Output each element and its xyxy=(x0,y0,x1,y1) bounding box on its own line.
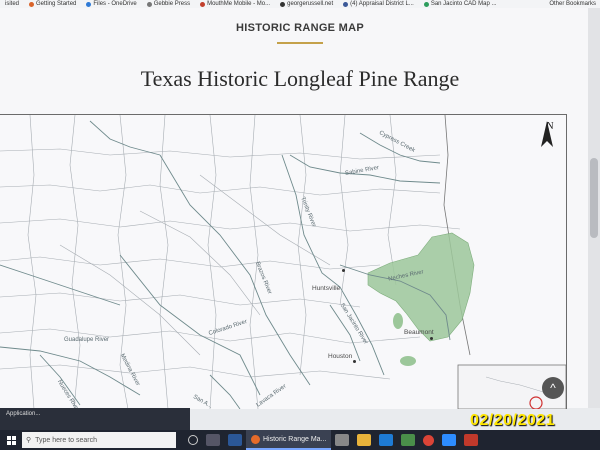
north-arrow: N xyxy=(540,121,560,161)
bookmark-item[interactable]: MouthMe Mobile - Mo... xyxy=(195,1,275,7)
city-marker-huntsville xyxy=(342,269,345,272)
taskbar: ⚲ Type here to search Historic Range Ma.… xyxy=(0,430,600,450)
chevron-up-icon: ^ xyxy=(550,381,556,395)
chrome-icon[interactable] xyxy=(423,434,435,446)
page-icon xyxy=(280,1,286,7)
bookmark-item[interactable]: Gebbie Press xyxy=(142,1,195,7)
page-content: HISTORIC RANGE MAP Texas Historic Longle… xyxy=(0,8,600,409)
onedrive-icon xyxy=(86,1,92,7)
firefox-icon xyxy=(29,1,35,7)
page-icon xyxy=(146,1,152,7)
bookmark-item[interactable]: (4) Appraisal District L... xyxy=(338,1,419,7)
facebook-icon xyxy=(343,1,349,7)
city-marker-houston xyxy=(353,360,356,363)
search-icon: ⚲ xyxy=(26,437,32,444)
north-arrow-icon xyxy=(541,121,553,147)
longleaf-range-patch xyxy=(393,313,403,329)
map-graphic xyxy=(0,115,566,409)
bookmark-item[interactable]: Getting Started xyxy=(24,1,81,7)
app-icon[interactable] xyxy=(464,434,479,446)
windows-icon xyxy=(6,435,16,445)
word-icon[interactable] xyxy=(228,434,242,446)
section-heading: HISTORIC RANGE MAP xyxy=(235,22,365,34)
city-label-houston: Houston xyxy=(328,353,353,360)
taskbar-search[interactable]: ⚲ Type here to search xyxy=(22,432,176,448)
search-placeholder: Type here to search xyxy=(35,436,98,444)
zoom-icon[interactable] xyxy=(442,434,457,446)
edge-icon[interactable] xyxy=(379,434,394,446)
map-title: Texas Historic Longleaf Pine Range xyxy=(140,66,460,91)
longleaf-range-area xyxy=(367,232,475,342)
scroll-to-top-button[interactable]: ^ xyxy=(542,377,564,399)
page-scrollbar[interactable] xyxy=(588,8,600,408)
taskbar-preview[interactable]: Application... xyxy=(0,408,190,430)
bookmark-item[interactable]: Files - OneDrive xyxy=(81,1,141,7)
bookmark-item[interactable]: georgerussell.net xyxy=(275,1,338,7)
page-icon xyxy=(200,1,206,7)
heading-underline xyxy=(277,42,323,44)
other-bookmarks[interactable]: Other Bookmarks xyxy=(549,0,596,8)
bookmark-item[interactable]: isited xyxy=(0,1,24,7)
taskbar-app-firefox[interactable]: Historic Range Ma... xyxy=(246,430,332,450)
county-lines xyxy=(0,115,461,409)
river-label-guadalupe: Guadalupe River xyxy=(64,337,110,343)
taskbar-preview-label: Application... xyxy=(6,411,41,417)
bookmark-item[interactable]: San Jacinto CAD Map ... xyxy=(419,1,502,7)
firefox-icon xyxy=(251,434,260,444)
city-marker-beaumont xyxy=(430,337,433,340)
page-icon xyxy=(423,1,429,7)
start-button[interactable] xyxy=(0,430,22,450)
range-map: N Cypress Creek Sabine River Trinity Riv… xyxy=(0,114,567,409)
task-view-icon[interactable] xyxy=(206,434,220,446)
cortana-icon[interactable] xyxy=(188,435,198,445)
longleaf-range-patch xyxy=(400,356,416,366)
date-stamp: 02/20/2021 xyxy=(470,412,556,429)
photos-icon[interactable] xyxy=(335,434,350,446)
taskbar-app-label: Historic Range Ma... xyxy=(263,435,327,443)
store-icon[interactable] xyxy=(401,434,416,446)
folder-icon[interactable] xyxy=(357,434,372,446)
scrollbar-thumb[interactable] xyxy=(590,158,598,238)
city-label-huntsville: Huntsville xyxy=(312,285,341,292)
city-label-beaumont: Beaumont xyxy=(404,329,434,336)
